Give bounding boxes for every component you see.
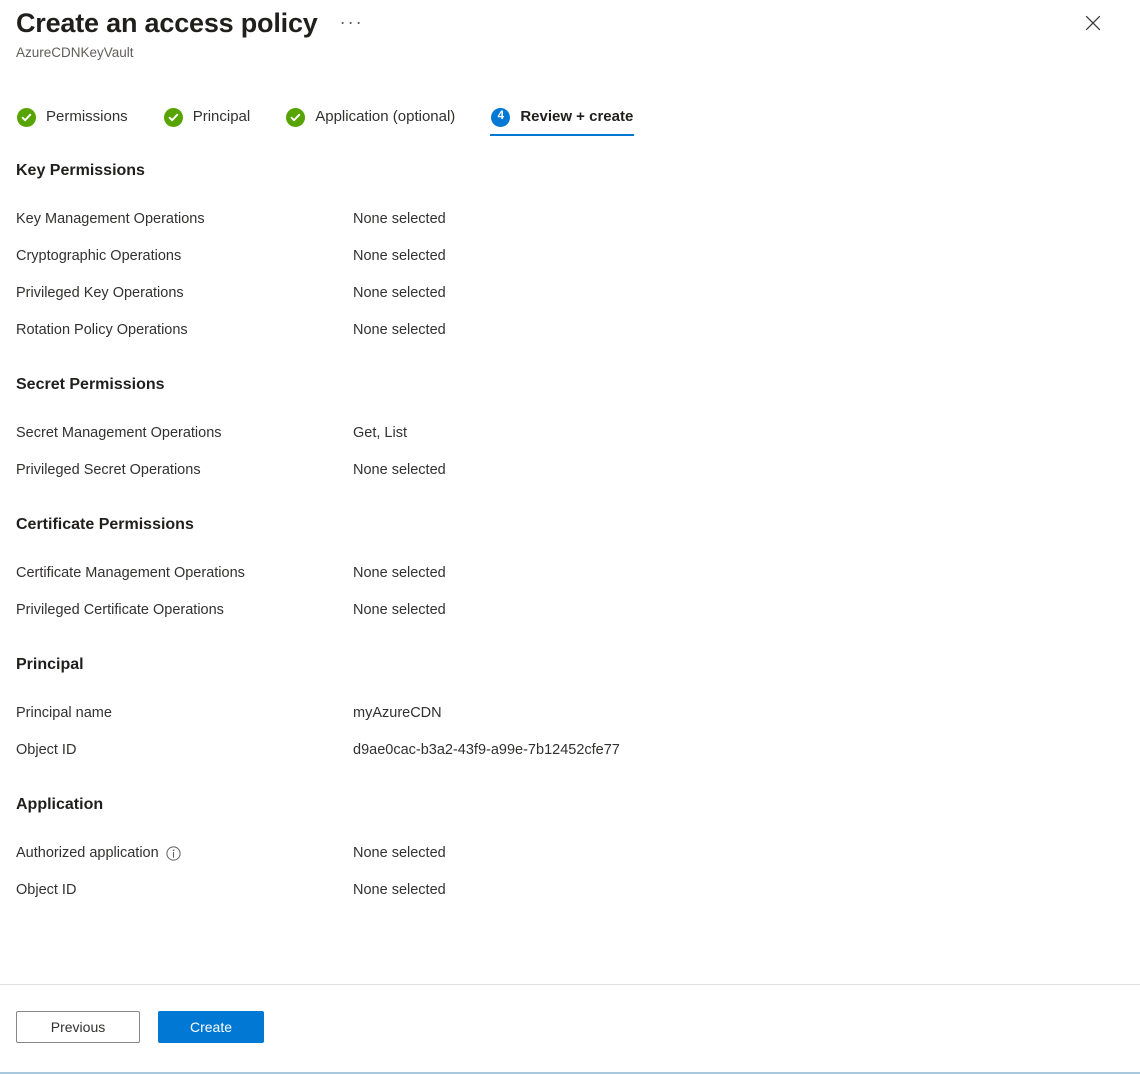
- blade-header: Create an access policy ··· AzureCDNKeyV…: [0, 0, 1140, 92]
- tab-label: Permissions: [46, 108, 128, 125]
- check-circle-icon: [163, 107, 183, 127]
- page-title: Create an access policy: [16, 8, 318, 38]
- summary-row: Authorized application None selected: [0, 834, 1140, 871]
- row-label: Certificate Management Operations: [16, 564, 245, 581]
- section-heading: Secret Permissions: [16, 376, 165, 393]
- summary-row: Principal name myAzureCDN: [0, 694, 1140, 731]
- review-summary: Key Permissions Key Management Operation…: [0, 160, 1140, 984]
- row-value: None selected: [353, 881, 446, 898]
- row-value: None selected: [353, 601, 446, 618]
- summary-row: Privileged Certificate Operations None s…: [0, 591, 1140, 628]
- section-heading: Certificate Permissions: [16, 516, 194, 533]
- summary-row: Secret Management Operations Get, List: [0, 414, 1140, 451]
- tab-review-create[interactable]: 4 Review + create: [490, 98, 635, 136]
- section-principal: Principal Principal name myAzureCDN Obje…: [0, 654, 1140, 768]
- section-application: Application Authorized application None …: [0, 794, 1140, 908]
- tab-application[interactable]: Application (optional): [285, 98, 456, 136]
- summary-row: Certificate Management Operations None s…: [0, 554, 1140, 591]
- tab-permissions[interactable]: Permissions: [16, 98, 129, 136]
- row-value: None selected: [353, 461, 446, 478]
- row-label: Object ID: [16, 741, 77, 758]
- check-circle-icon: [17, 107, 36, 127]
- row-value: None selected: [353, 321, 446, 338]
- section-key-permissions: Key Permissions Key Management Operation…: [0, 160, 1140, 348]
- blade-footer: Previous Create: [0, 984, 1140, 1070]
- more-options-icon[interactable]: ···: [340, 13, 364, 31]
- wizard-tabs: Permissions Principal Application (optio…: [16, 98, 635, 138]
- previous-button[interactable]: Previous: [16, 1011, 140, 1043]
- summary-row: Rotation Policy Operations None selected: [0, 311, 1140, 348]
- section-rows: Secret Management Operations Get, List P…: [0, 414, 1140, 488]
- row-value: None selected: [353, 284, 446, 301]
- summary-row: Privileged Secret Operations None select…: [0, 451, 1140, 488]
- section-heading: Application: [16, 796, 104, 813]
- tab-principal[interactable]: Principal: [163, 98, 252, 136]
- section-rows: Principal name myAzureCDN Object ID d9ae…: [0, 694, 1140, 768]
- summary-row: Cryptographic Operations None selected: [0, 237, 1140, 274]
- row-label: Privileged Secret Operations: [16, 461, 201, 478]
- row-label: Privileged Key Operations: [16, 284, 184, 301]
- info-icon[interactable]: [166, 846, 181, 861]
- row-label: Authorized application: [16, 843, 353, 863]
- section-heading: Key Permissions: [16, 162, 145, 179]
- row-value: None selected: [353, 844, 446, 861]
- row-value: Get, List: [353, 424, 407, 441]
- create-button[interactable]: Create: [158, 1011, 264, 1043]
- close-icon[interactable]: [1080, 10, 1106, 36]
- section-rows: Certificate Management Operations None s…: [0, 554, 1140, 628]
- row-label: Cryptographic Operations: [16, 247, 182, 264]
- row-label: Rotation Policy Operations: [16, 321, 188, 338]
- tab-label: Review + create: [520, 108, 634, 125]
- section-rows: Authorized application None selected Obj…: [0, 834, 1140, 908]
- section-heading: Principal: [16, 656, 84, 673]
- tab-label: Principal: [192, 108, 251, 125]
- blade-subtitle: AzureCDNKeyVault: [16, 45, 134, 60]
- summary-row: Object ID None selected: [0, 871, 1140, 908]
- row-label: Secret Management Operations: [16, 424, 222, 441]
- row-label: Object ID: [16, 881, 77, 898]
- row-value: d9ae0cac-b3a2-43f9-a99e-7b12452cfe77: [353, 741, 620, 758]
- row-label: Key Management Operations: [16, 210, 205, 227]
- step-number-badge: 4: [491, 107, 511, 127]
- row-label-text: Authorized application: [16, 844, 159, 861]
- row-value: None selected: [353, 247, 446, 264]
- blade-panel: Create an access policy ··· AzureCDNKeyV…: [0, 0, 1140, 1074]
- section-rows: Key Management Operations None selected …: [0, 200, 1140, 348]
- summary-row: Key Management Operations None selected: [0, 200, 1140, 237]
- summary-row: Object ID d9ae0cac-b3a2-43f9-a99e-7b1245…: [0, 731, 1140, 768]
- section-secret-permissions: Secret Permissions Secret Management Ope…: [0, 374, 1140, 488]
- title-row: Create an access policy ···: [16, 4, 364, 42]
- section-certificate-permissions: Certificate Permissions Certificate Mana…: [0, 514, 1140, 628]
- row-value: None selected: [353, 210, 446, 227]
- footer-actions: Previous Create: [16, 1011, 264, 1043]
- tab-label: Application (optional): [315, 108, 456, 125]
- row-label: Principal name: [16, 704, 112, 721]
- row-value: None selected: [353, 564, 446, 581]
- row-value: myAzureCDN: [353, 704, 442, 721]
- check-circle-icon: [286, 107, 306, 127]
- summary-row: Privileged Key Operations None selected: [0, 274, 1140, 311]
- row-label: Privileged Certificate Operations: [16, 601, 224, 618]
